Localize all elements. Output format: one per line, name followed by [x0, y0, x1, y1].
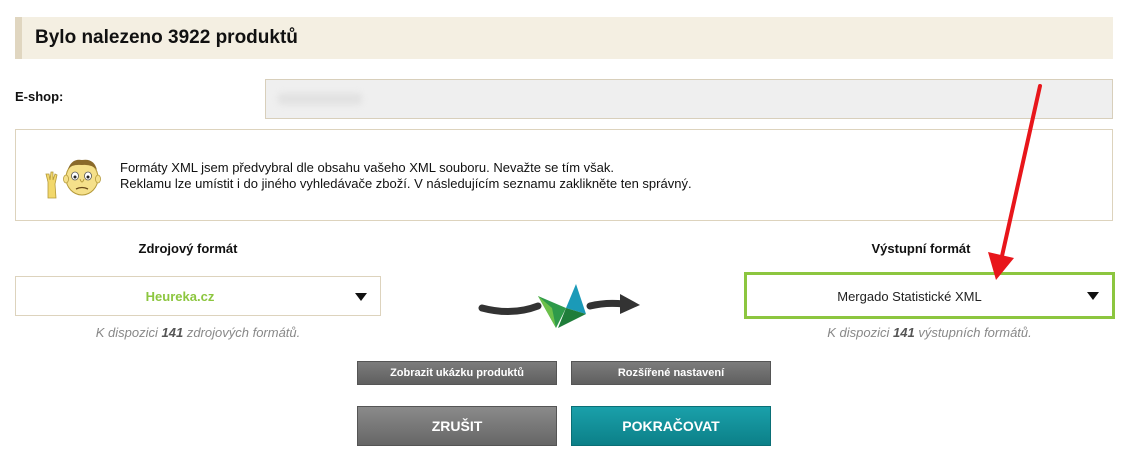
page-header: Bylo nalezeno 3922 produktů [15, 17, 1113, 59]
source-format-title: Zdrojový formát [138, 241, 238, 256]
source-available-count: K dispozici 141 zdrojových formátů. [95, 325, 301, 340]
info-box: Formáty XML jsem předvybral dle obsahu v… [15, 129, 1113, 221]
cancel-button[interactable]: ZRUŠIT [357, 406, 557, 446]
transform-arrow-icon [478, 284, 640, 328]
eshop-label: E-shop: [15, 89, 64, 104]
info-line-1: Formáty XML jsem předvybral dle obsahu v… [120, 160, 614, 175]
show-products-preview-button[interactable]: Zobrazit ukázku produktů [357, 361, 557, 385]
source-format-select[interactable]: Heureka.cz [15, 276, 381, 316]
output-format-select[interactable]: Mergado Statistické XML [744, 272, 1115, 319]
chevron-down-icon [355, 293, 367, 301]
chevron-down-icon [1087, 292, 1099, 300]
red-arrow-annotation [988, 84, 1042, 280]
info-line-2: Reklamu lze umístit i do jiného vyhledáv… [120, 176, 692, 191]
output-format-value: Mergado Statistické XML [837, 289, 982, 304]
page-title: Bylo nalezeno 3922 produktů [35, 27, 298, 48]
blurred-eshop-value [278, 93, 362, 105]
info-text: Formáty XML jsem předvybral dle obsahu v… [120, 160, 692, 192]
continue-button[interactable]: POKRAČOVAT [571, 406, 771, 446]
output-available-count: K dispozici 141 výstupních formátů. [827, 325, 1032, 340]
mascot-icon [45, 159, 101, 199]
advanced-settings-button[interactable]: Rozšířené nastavení [571, 361, 771, 385]
source-format-value: Heureka.cz [145, 289, 215, 304]
